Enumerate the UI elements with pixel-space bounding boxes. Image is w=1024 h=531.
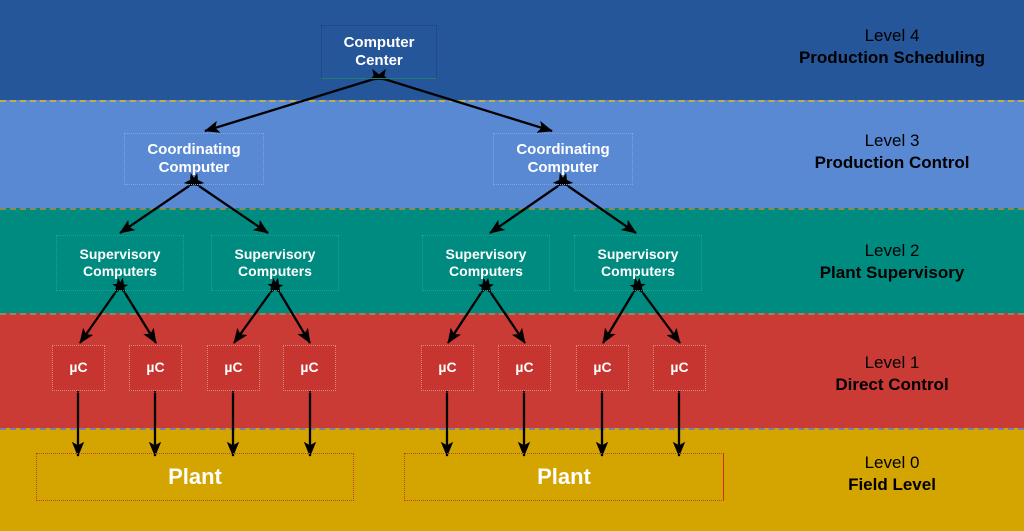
node-coordinating-left-line2: Computer [158, 159, 230, 176]
node-supervisory-1-line2: Computers [83, 263, 157, 279]
node-supervisory-computers-3[interactable]: Supervisory Computers [422, 235, 550, 291]
node-supervisory-2-line1: Supervisory [234, 245, 316, 262]
node-supervisory-3-label: Supervisory Computers [446, 246, 527, 280]
node-coordinating-right-line1: Coordinating [516, 140, 610, 158]
level-caption-4: Level 4 Production Scheduling [760, 25, 1024, 69]
node-plant-right-label: Plant [537, 463, 591, 489]
node-microcontroller-8[interactable]: µC [653, 345, 706, 391]
level-2-name: Plant Supervisory [819, 262, 965, 282]
level-2-number: Level 2 [864, 241, 920, 260]
level-caption-2: Level 2 Plant Supervisory [760, 240, 1024, 284]
node-computer-center-line1: Computer [343, 33, 415, 51]
node-coordinating-computer-left-label: Coordinating Computer [147, 141, 240, 178]
level-caption-3: Level 3 Production Control [760, 130, 1024, 174]
level-4-name: Production Scheduling [798, 47, 986, 67]
node-coordinating-computer-right-label: Coordinating Computer [516, 141, 609, 178]
node-microcontroller-6[interactable]: µC [498, 345, 551, 391]
node-supervisory-computers-4[interactable]: Supervisory Computers [574, 235, 702, 291]
node-plant-right[interactable]: Plant [404, 453, 724, 501]
node-microcontroller-6-label: µC [515, 359, 534, 376]
node-coordinating-right-line2: Computer [527, 159, 599, 176]
node-plant-left-label: Plant [168, 463, 222, 489]
node-coordinating-left-line1: Coordinating [147, 140, 241, 158]
node-computer-center[interactable]: Computer Center [321, 25, 437, 79]
node-microcontroller-2[interactable]: µC [129, 345, 182, 391]
level-3-name: Production Control [814, 152, 970, 172]
node-supervisory-4-line2: Computers [601, 263, 675, 279]
node-supervisory-2-line2: Computers [238, 263, 312, 279]
node-supervisory-3-line2: Computers [449, 263, 523, 279]
node-plant-left[interactable]: Plant [36, 453, 354, 501]
node-computer-center-line2: Center [355, 52, 403, 69]
node-microcontroller-2-label: µC [146, 359, 165, 376]
level-caption-1: Level 1 Direct Control [760, 352, 1024, 396]
node-microcontroller-4[interactable]: µC [283, 345, 336, 391]
node-microcontroller-5-label: µC [438, 359, 457, 376]
node-microcontroller-3[interactable]: µC [207, 345, 260, 391]
node-microcontroller-1[interactable]: µC [52, 345, 105, 391]
node-microcontroller-7-label: µC [593, 359, 612, 376]
node-supervisory-4-label: Supervisory Computers [598, 246, 679, 280]
node-coordinating-computer-left[interactable]: Coordinating Computer [124, 133, 264, 185]
level-3-number: Level 3 [864, 131, 920, 150]
node-supervisory-computers-1[interactable]: Supervisory Computers [56, 235, 184, 291]
level-1-number: Level 1 [864, 353, 920, 372]
node-supervisory-computers-2[interactable]: Supervisory Computers [211, 235, 339, 291]
node-microcontroller-8-label: µC [670, 359, 689, 376]
level-0-name: Field Level [848, 474, 936, 494]
node-supervisory-2-label: Supervisory Computers [235, 246, 316, 280]
node-supervisory-3-line1: Supervisory [445, 245, 527, 262]
level-4-number: Level 4 [864, 26, 920, 45]
node-coordinating-computer-right[interactable]: Coordinating Computer [493, 133, 633, 185]
automation-hierarchy-diagram: Computer Center Coordinating Computer Co… [0, 0, 1024, 531]
node-supervisory-1-line1: Supervisory [79, 245, 161, 262]
node-microcontroller-7[interactable]: µC [576, 345, 629, 391]
node-computer-center-label: Computer Center [344, 34, 415, 71]
level-caption-0: Level 0 Field Level [760, 452, 1024, 496]
node-supervisory-4-line1: Supervisory [597, 245, 679, 262]
node-microcontroller-5[interactable]: µC [421, 345, 474, 391]
node-microcontroller-4-label: µC [300, 359, 319, 376]
node-microcontroller-1-label: µC [69, 359, 88, 376]
node-supervisory-1-label: Supervisory Computers [80, 246, 161, 280]
level-1-name: Direct Control [835, 374, 949, 394]
node-microcontroller-3-label: µC [224, 359, 243, 376]
level-0-number: Level 0 [864, 453, 920, 472]
